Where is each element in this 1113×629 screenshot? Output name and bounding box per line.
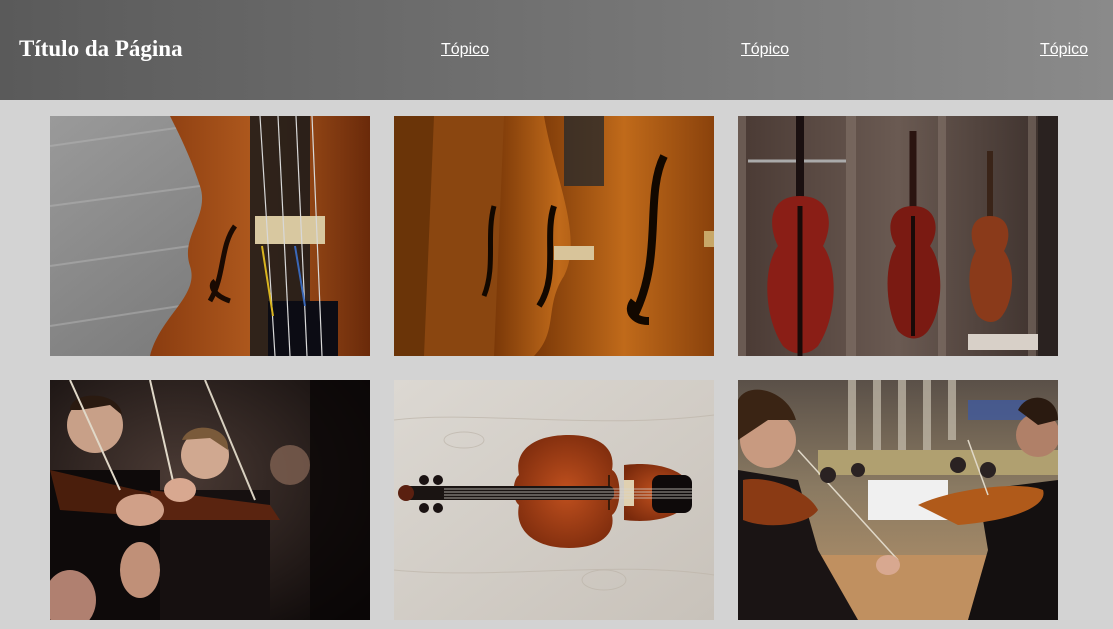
- orchestra-violinists-image: [50, 380, 370, 620]
- nav-link-topic-3[interactable]: Tópico: [1040, 40, 1088, 60]
- violin-closeup-image: [50, 116, 370, 356]
- violins-display-case-image: [738, 116, 1058, 356]
- violin-on-wood-image: [394, 380, 714, 620]
- page-title: Título da Página: [19, 36, 183, 61]
- nav-link-topic-2[interactable]: Tópico: [741, 40, 789, 60]
- photo-gallery: [50, 116, 1058, 620]
- concert-hall-orchestra-image: [738, 380, 1058, 620]
- nav-link-topic-1[interactable]: Tópico: [441, 40, 489, 60]
- cellos-row-image: [394, 116, 714, 356]
- page-header: Título da Página Tópico Tópico Tópico: [0, 0, 1113, 100]
